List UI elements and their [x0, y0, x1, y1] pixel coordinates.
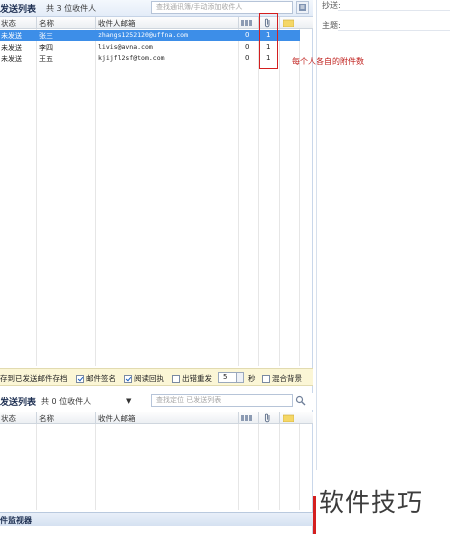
sent-list-table-header: 状态 名称 收件人邮箱 [0, 412, 313, 424]
recipient-pane: 发送列表 共 3 位收件人 查找通讯簿/手动添加收件人 状态 名称 收件人邮箱 … [0, 0, 313, 534]
column-size-icon[interactable] [241, 19, 254, 29]
table-row[interactable]: 未发送 张三 zhangs1252120@uffna.com 0 1 [0, 30, 300, 41]
column-attachment-icon[interactable] [264, 413, 271, 425]
row-status: 未发送 [1, 44, 22, 52]
column-name[interactable]: 名称 [39, 18, 54, 29]
mixed-background-checkbox[interactable] [262, 374, 270, 383]
seconds-unit: 秒 [248, 374, 256, 383]
row-size: 0 [245, 54, 250, 62]
attachment-column-highlight [259, 13, 278, 69]
column-size-icon[interactable] [241, 414, 254, 424]
paperclip-icon [264, 413, 270, 423]
annotation-text: 每个人各自的附件数 [292, 57, 364, 66]
send-list-title: 发送列表 [0, 5, 37, 15]
column-folder-icon[interactable] [282, 414, 295, 424]
watermark-text: 软件技巧 [319, 488, 424, 517]
sent-list-header: 发送列表 共 0 位收件人 ▼ 查找定位 已发送列表 [0, 393, 313, 410]
column-status[interactable]: 状态 [1, 413, 16, 424]
folder-icon [282, 19, 295, 28]
send-options-bar: 存到已发送邮件存档 邮件签名 阅读回执 出错重发 5 秒 混合背景 [0, 368, 313, 386]
retry-option[interactable]: 出错重发 [172, 373, 212, 384]
address-book-button[interactable] [296, 1, 309, 14]
sent-list-title: 发送列表 [0, 398, 37, 408]
sent-list-count: 共 0 位收件人 [41, 397, 92, 406]
row-email: kjijfl2sf@tom.com [98, 54, 165, 62]
send-list-count: 共 3 位收件人 [46, 4, 97, 13]
row-email: zhangs1252120@uffna.com [98, 31, 189, 39]
save-to-sent-option[interactable]: 存到已发送邮件存档 [0, 373, 68, 384]
mail-monitor-title: 件监视器 [0, 516, 32, 525]
column-email[interactable]: 收件人邮箱 [98, 413, 136, 424]
table-row[interactable]: 未发送 李四 livis@avna.com 0 1 [0, 42, 300, 53]
mixed-background-option[interactable]: 混合背景 [262, 373, 302, 384]
signature-option[interactable]: 邮件签名 [76, 373, 116, 384]
row-name: 王五 [39, 55, 53, 63]
row-size: 0 [245, 31, 250, 39]
column-status[interactable]: 状态 [1, 18, 16, 29]
column-folder-icon[interactable] [282, 19, 295, 29]
mail-monitor-bar[interactable]: 件监视器 [0, 512, 313, 526]
folder-icon [282, 414, 295, 423]
retry-checkbox[interactable] [172, 374, 180, 383]
read-receipt-option[interactable]: 阅读回执 [124, 373, 164, 384]
row-email: livis@avna.com [98, 43, 153, 51]
row-size: 0 [245, 43, 250, 51]
edge-marker [313, 496, 316, 534]
row-name: 李四 [39, 44, 53, 52]
signature-checkbox[interactable] [76, 374, 84, 383]
row-name: 张三 [39, 32, 53, 40]
table-row[interactable]: 未发送 王五 kjijfl2sf@tom.com 0 1 [0, 53, 300, 64]
column-email[interactable]: 收件人邮箱 [98, 18, 136, 29]
read-receipt-checkbox[interactable] [124, 374, 132, 383]
search-icon [295, 395, 306, 406]
row-status: 未发送 [1, 32, 22, 40]
retry-seconds-stepper[interactable]: 5 [218, 372, 244, 383]
search-button[interactable] [294, 394, 307, 407]
chevron-down-icon[interactable]: ▼ [126, 397, 131, 405]
address-book-icon [299, 4, 306, 11]
row-status: 未发送 [1, 55, 22, 63]
sent-search-input[interactable]: 查找定位 已发送列表 [151, 394, 293, 407]
column-name[interactable]: 名称 [39, 413, 54, 424]
